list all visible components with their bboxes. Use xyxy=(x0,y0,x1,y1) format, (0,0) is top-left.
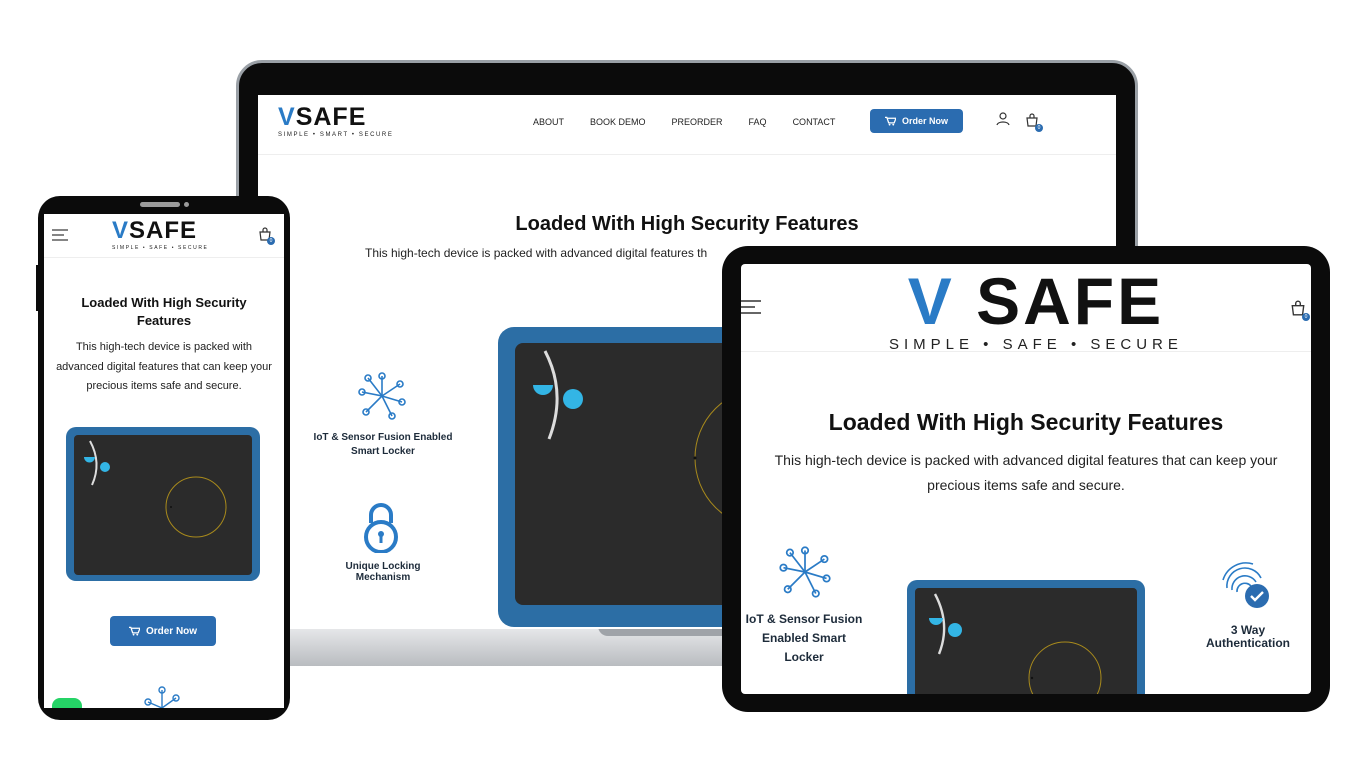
logo-tagline: SIMPLE • SAFE • SECURE xyxy=(889,336,1183,353)
feature-iot-label: IoT & Sensor Fusion Enabled Smart Locker xyxy=(313,432,453,457)
mobile-header: VSAFE SIMPLE • SAFE • SECURE 0 xyxy=(44,214,284,258)
logo-text: SAFE xyxy=(295,103,367,131)
feature-auth-label: 3 Way Authentication xyxy=(1206,623,1290,650)
whatsapp-chat-icon[interactable] xyxy=(52,698,82,708)
smart-locker-image xyxy=(66,427,260,581)
logo-text: SAFE xyxy=(976,264,1165,338)
site-header: VSAFE SIMPLE • SMART • SECURE ABOUT BOOK… xyxy=(258,95,1116,155)
nav-item-preorder[interactable]: PREORDER xyxy=(672,117,723,127)
logo-v: V xyxy=(278,103,296,131)
order-now-label: Order Now xyxy=(901,116,948,126)
cart-count-badge: 0 xyxy=(267,237,275,245)
nav-item-contact[interactable]: CONTACT xyxy=(793,117,836,127)
brand-logo[interactable]: V SAFE SIMPLE • SAFE • SECURE xyxy=(889,268,1183,353)
network-icon xyxy=(777,544,833,600)
logo-tagline: SIMPLE • SMART • SECURE xyxy=(278,132,394,138)
tablet-screen: V SAFE SIMPLE • SAFE • SECURE 0 Loaded W… xyxy=(741,264,1311,694)
tablet-header: V SAFE SIMPLE • SAFE • SECURE 0 xyxy=(741,264,1311,353)
brand-logo[interactable]: VSAFE SIMPLE • SAFE • SECURE xyxy=(112,217,209,252)
cart-icon xyxy=(884,116,896,126)
cart-count-badge: 0 xyxy=(1302,313,1310,321)
logo-v: V xyxy=(907,264,955,338)
menu-icon[interactable] xyxy=(52,228,68,241)
section-description: This high-tech device is packed with adv… xyxy=(774,452,1278,493)
logo-text: SAFE xyxy=(129,217,198,244)
brand-logo[interactable]: VSAFE SIMPLE • SMART • SECURE xyxy=(278,103,394,139)
logo-v: V xyxy=(112,217,130,244)
order-now-button[interactable]: Order Now xyxy=(110,616,216,646)
shopping-bag-icon[interactable]: 0 xyxy=(1024,111,1043,132)
phone-camera xyxy=(184,202,189,207)
section-title: Loaded With High Security Features xyxy=(828,409,1224,435)
locker-face-art xyxy=(929,593,1102,694)
phone-speaker xyxy=(140,202,180,207)
nav-item-book-demo[interactable]: BOOK DEMO xyxy=(590,117,646,127)
order-now-label: Order Now xyxy=(145,625,198,637)
locker-face-art xyxy=(84,440,227,538)
section-title: Loaded With High Security Features xyxy=(515,213,859,235)
fingerprint-check-icon xyxy=(1219,558,1275,612)
feature-lock-label: Unique Locking Mechanism xyxy=(345,561,421,583)
network-icon xyxy=(140,684,184,708)
cart-icon xyxy=(128,626,140,636)
phone-screen: VSAFE SIMPLE • SAFE • SECURE 0 Loaded Wi… xyxy=(44,214,284,708)
cart-count-badge: 0 xyxy=(1035,124,1043,132)
main-nav: ABOUT BOOK DEMO PREORDER FAQ CONTACT xyxy=(533,117,835,127)
network-icon xyxy=(356,370,408,422)
nav-item-about[interactable]: ABOUT xyxy=(533,117,564,127)
padlock-icon xyxy=(361,503,401,554)
user-icon[interactable] xyxy=(996,111,1010,127)
logo-tagline: SIMPLE • SAFE • SECURE xyxy=(112,245,209,251)
phone-side-button xyxy=(36,265,40,311)
section-description: This high-tech device is packed with adv… xyxy=(56,341,272,392)
device-mockup-stage: VSAFE SIMPLE • SMART • SECURE ABOUT BOOK… xyxy=(0,0,1366,768)
feature-iot-label: IoT & Sensor Fusion Enabled Smart Locker xyxy=(745,612,863,664)
menu-icon[interactable] xyxy=(741,300,761,314)
smart-locker-image xyxy=(907,580,1145,694)
section-title: Loaded With High Security Features xyxy=(81,295,247,328)
shopping-bag-icon[interactable]: 0 xyxy=(1289,298,1310,321)
order-now-button[interactable]: Order Now xyxy=(870,109,963,133)
shopping-bag-icon[interactable]: 0 xyxy=(258,226,275,245)
nav-item-faq[interactable]: FAQ xyxy=(749,117,767,127)
